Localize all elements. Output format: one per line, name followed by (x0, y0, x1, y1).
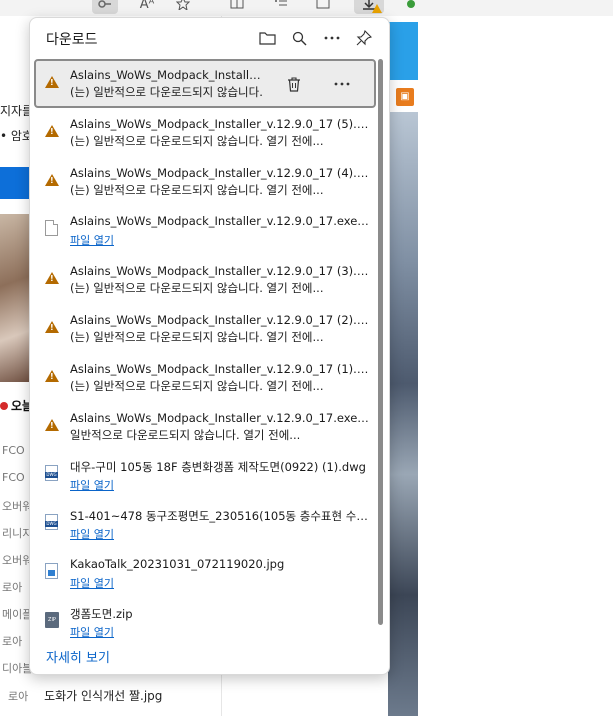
more-icon[interactable] (330, 73, 354, 95)
warning-icon (45, 416, 61, 434)
list-item: 디아블 (2, 662, 33, 675)
download-file-name: 갱폼도면.zip (70, 607, 133, 621)
download-status-text: (는) 일반적으로 다운로드되지 않습니다. (70, 85, 263, 99)
download-item[interactable]: Aslains_WoWs_Modpack_Installer_v.12.9.0_… (34, 206, 376, 255)
list-item: 리니지 (2, 527, 33, 540)
open-file-link[interactable]: 파일 열기 (70, 477, 114, 493)
background-page-right: ▣ (388, 16, 418, 716)
download-item[interactable]: DWG S1-401~478 동구조평면도_230516(105동 층수표현 수… (34, 500, 376, 549)
background-badge-icon: ▣ (396, 88, 414, 106)
list-item: 오버워 (2, 554, 33, 567)
open-file-link[interactable]: 파일 열기 (70, 575, 114, 591)
warning-icon (45, 73, 61, 91)
downloads-title: 다운로드 (46, 32, 98, 48)
list-item: 오버워 (2, 500, 33, 513)
extensions-icon[interactable] (398, 0, 424, 14)
download-file-name: Aslains_WoWs_Modpack_Installer_v.12.9.0_… (70, 68, 266, 82)
list-item-title: 도화가 인식개선 짤.jpg (44, 689, 163, 703)
download-item[interactable]: DWG 대우-구미 105동 18F 층변화갱폼 제작도면(0922) (1).… (34, 451, 376, 500)
favorite-star-icon[interactable] (170, 0, 196, 14)
download-status-text: (는) 일반적으로 다운로드되지 않습니다. 열기 전에... (70, 183, 324, 197)
more-icon[interactable] (322, 28, 342, 48)
download-warning-icon (372, 4, 382, 13)
download-file-name: Aslains_WoWs_Modpack_Installer_v.12.9.0_… (70, 166, 370, 180)
file-icon (45, 220, 61, 238)
download-file-name: Aslains_WoWs_Modpack_Installer_v.12.9.0_… (70, 362, 370, 376)
list-item: FCO (2, 471, 25, 484)
folder-icon[interactable] (257, 28, 277, 48)
background-list: FCO FCO 오버워 리니지 오버워 로아 메이플 로아 디아블 (2, 444, 32, 687)
download-item[interactable]: ZIP 갱폼도면.zip 파일 열기 (34, 598, 376, 647)
dwg-file-icon: DWG (45, 465, 61, 483)
download-item[interactable]: Aslains_WoWs_Modpack_Installer_v.12.9.0_… (34, 108, 376, 157)
background-list-item[interactable]: 로아 도화가 인식개선 짤.jpg (8, 687, 162, 704)
download-status-text: 일반적으로 다운로드되지 않습니다. 열기 전에... (70, 428, 301, 442)
split-screen-icon[interactable] (224, 0, 250, 14)
download-file-name: Aslains_WoWs_Modpack_Installer_v.12.9.0_… (70, 264, 370, 278)
dwg-file-icon: DWG (45, 514, 61, 532)
download-item[interactable]: KakaoTalk_20231031_072119020.jpg 파일 열기 (34, 549, 376, 598)
read-aloud-icon[interactable]: Aᴬ (134, 0, 160, 14)
collections-icon[interactable] (310, 0, 336, 14)
open-file-link[interactable]: 파일 열기 (70, 232, 114, 248)
download-file-name: KakaoTalk_20231031_072119020.jpg (70, 557, 285, 571)
download-item[interactable]: Aslains_WoWs_Modpack_Installer_v.12.9.0_… (34, 255, 376, 304)
list-item-category: 로아 (8, 690, 29, 703)
download-file-name: Aslains_WoWs_Modpack_Installer_v.12.9.0_… (70, 313, 370, 327)
warning-icon (45, 318, 61, 336)
background-banner (388, 22, 418, 80)
download-file-name: Aslains_WoWs_Modpack_Installer_v.12.9.0_… (70, 214, 370, 228)
see-more-link[interactable]: 자세히 보기 (46, 647, 110, 666)
warning-icon (45, 122, 61, 140)
open-file-link[interactable]: 파일 열기 (70, 624, 114, 640)
warning-icon (45, 269, 61, 287)
background-image (388, 112, 418, 716)
download-status-text: (는) 일반적으로 다운로드되지 않습니다. 열기 전에... (70, 281, 324, 295)
favorites-list-icon[interactable] (268, 0, 294, 14)
open-file-link[interactable]: 파일 열기 (70, 526, 114, 542)
pin-icon[interactable] (354, 28, 374, 48)
zip-file-icon: ZIP (45, 612, 61, 630)
warning-icon (45, 367, 61, 385)
download-file-name: Aslains_WoWs_Modpack_Installer_v.12.9.0_… (70, 411, 370, 425)
search-icon[interactable] (289, 28, 309, 48)
download-file-name: S1-401~478 동구조평면도_230516(105동 층수표현 수정).d… (70, 509, 370, 523)
downloads-scrollbar[interactable] (377, 59, 383, 625)
warning-icon (45, 171, 61, 189)
browser-toolbar: Aᴬ (0, 0, 613, 16)
download-status-text: (는) 일반적으로 다운로드되지 않습니다. 열기 전에... (70, 134, 324, 148)
download-status-text: (는) 일반적으로 다운로드되지 않습니다. 열기 전에... (70, 330, 324, 344)
download-item[interactable]: Aslains_WoWs_Modpack_Installer_v.12.9.0_… (34, 59, 376, 108)
list-item: FCO (2, 444, 25, 457)
red-dot-icon (0, 402, 8, 410)
list-item: 로아 (2, 581, 23, 594)
downloads-panel: 다운로드 Aslains_WoWs_Modpack_Installer_v.12… (29, 17, 390, 675)
download-file-name: 대우-구미 105동 18F 층변화갱폼 제작도면(0922) (1).dwg (70, 460, 366, 474)
key-icon[interactable] (92, 0, 118, 14)
download-item[interactable]: Aslains_WoWs_Modpack_Installer_v.12.9.0_… (34, 304, 376, 353)
downloads-list: Aslains_WoWs_Modpack_Installer_v.12.9.0_… (34, 59, 376, 647)
download-item[interactable]: Aslains_WoWs_Modpack_Installer_v.12.9.0_… (34, 402, 376, 451)
scrollbar-thumb[interactable] (378, 59, 383, 625)
download-file-name: Aslains_WoWs_Modpack_Installer_v.12.9.0_… (70, 117, 370, 131)
download-item[interactable]: Aslains_WoWs_Modpack_Installer_v.12.9.0_… (34, 157, 376, 206)
downloads-header: 다운로드 (30, 18, 389, 58)
download-status-text: (는) 일반적으로 다운로드되지 않습니다. 열기 전에... (70, 379, 324, 393)
list-item: 메이플 (2, 608, 33, 621)
list-item: 로아 (2, 635, 23, 648)
download-item[interactable]: Aslains_WoWs_Modpack_Installer_v.12.9.0_… (34, 353, 376, 402)
trash-icon[interactable] (282, 73, 306, 95)
image-file-icon (45, 563, 61, 581)
